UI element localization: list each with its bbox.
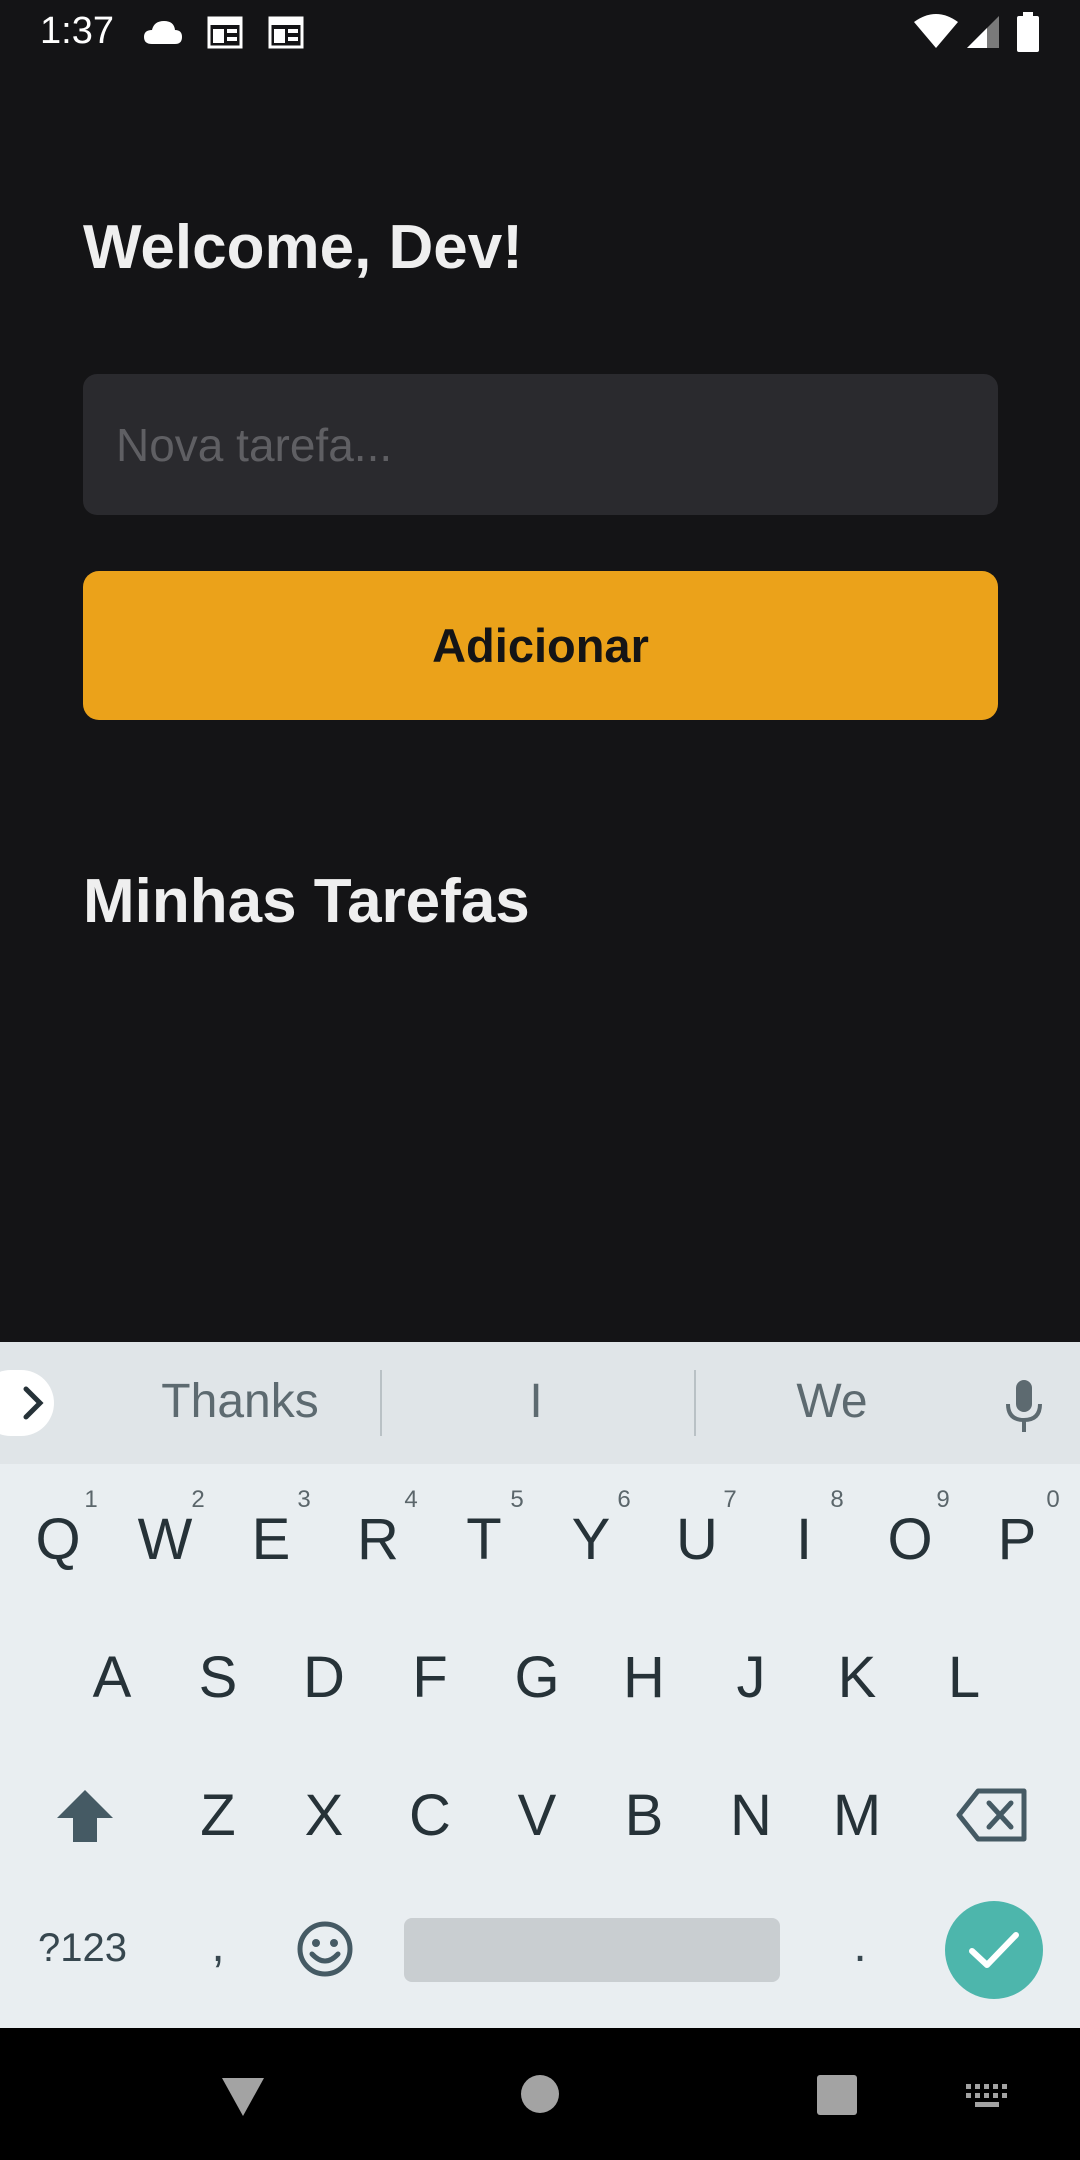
calendar-icon [207,16,243,49]
emoji-icon[interactable] [296,1920,354,1978]
suggestion-bar: Thanks I We [0,1342,1080,1464]
enter-button[interactable] [945,1901,1043,1999]
key-v[interactable]: V [487,1782,587,1849]
key-hint: 2 [191,1486,205,1513]
key-hint: 1 [84,1486,98,1513]
key-f[interactable]: F [380,1644,480,1711]
key-e[interactable]: E [221,1506,321,1573]
suggestion-1[interactable]: Thanks [90,1374,390,1429]
back-icon[interactable] [220,2074,266,2118]
suggestion-2[interactable]: I [386,1374,686,1429]
key-m[interactable]: M [807,1782,907,1849]
key-p[interactable]: P [967,1506,1067,1573]
suggestion-divider [380,1370,382,1436]
backspace-icon[interactable] [956,1788,1028,1842]
navigation-bar [0,2028,1080,2160]
status-time: 1:37 [40,10,114,52]
key-b[interactable]: B [594,1782,694,1849]
key-hint: 6 [617,1486,631,1513]
add-task-button[interactable]: Adicionar [83,571,998,720]
key-x[interactable]: X [274,1782,374,1849]
signal-icon [967,16,999,48]
key-hint: 0 [1046,1486,1060,1513]
home-icon[interactable] [520,2074,560,2114]
space-bar[interactable] [404,1918,780,1982]
shift-icon[interactable] [55,1788,115,1844]
chevron-right-icon [23,1386,44,1420]
key-hint: 4 [404,1486,418,1513]
key-d[interactable]: D [274,1644,374,1711]
key-a[interactable]: A [62,1644,162,1711]
key-y[interactable]: Y [541,1506,641,1573]
new-task-input[interactable] [83,374,998,515]
expand-toolbar-button[interactable] [0,1370,54,1436]
key-g[interactable]: G [487,1644,587,1711]
soft-keyboard: Thanks I We Q W E R T Y U I O P 1 2 3 4 … [0,1342,1080,2028]
tasks-section-title: Minhas Tarefas [83,867,530,936]
key-r[interactable]: R [328,1506,428,1573]
key-s[interactable]: S [168,1644,268,1711]
key-u[interactable]: U [647,1506,747,1573]
key-h[interactable]: H [594,1644,694,1711]
key-w[interactable]: W [115,1506,215,1573]
status-bar: 1:37 [0,0,1080,66]
key-k[interactable]: K [807,1644,907,1711]
keyboard-switch-icon[interactable] [964,2082,1010,2110]
suggestion-3[interactable]: We [682,1374,982,1429]
welcome-title: Welcome, Dev! [83,213,523,282]
microphone-icon[interactable] [1003,1378,1045,1434]
cloud-icon [144,21,182,44]
key-i[interactable]: I [754,1506,854,1573]
key-hint: 7 [723,1486,737,1513]
battery-icon [1017,12,1039,52]
key-l[interactable]: L [914,1644,1014,1711]
key-n[interactable]: N [701,1782,801,1849]
wifi-icon [914,14,958,48]
check-icon [969,1932,1019,1968]
recents-icon[interactable] [816,2074,858,2116]
key-z[interactable]: Z [168,1782,268,1849]
key-hint: 9 [936,1486,950,1513]
key-t[interactable]: T [434,1506,534,1573]
key-hint: 5 [510,1486,524,1513]
calendar-icon [268,16,304,49]
key-c[interactable]: C [380,1782,480,1849]
comma-key[interactable]: , [168,1918,268,1973]
key-hint: 3 [297,1486,311,1513]
key-hint: 8 [830,1486,844,1513]
symbols-key[interactable]: ?123 [38,1926,127,1971]
key-q[interactable]: Q [8,1506,108,1573]
period-key[interactable]: . [810,1918,910,1973]
key-o[interactable]: O [860,1506,960,1573]
key-j[interactable]: J [701,1644,801,1711]
